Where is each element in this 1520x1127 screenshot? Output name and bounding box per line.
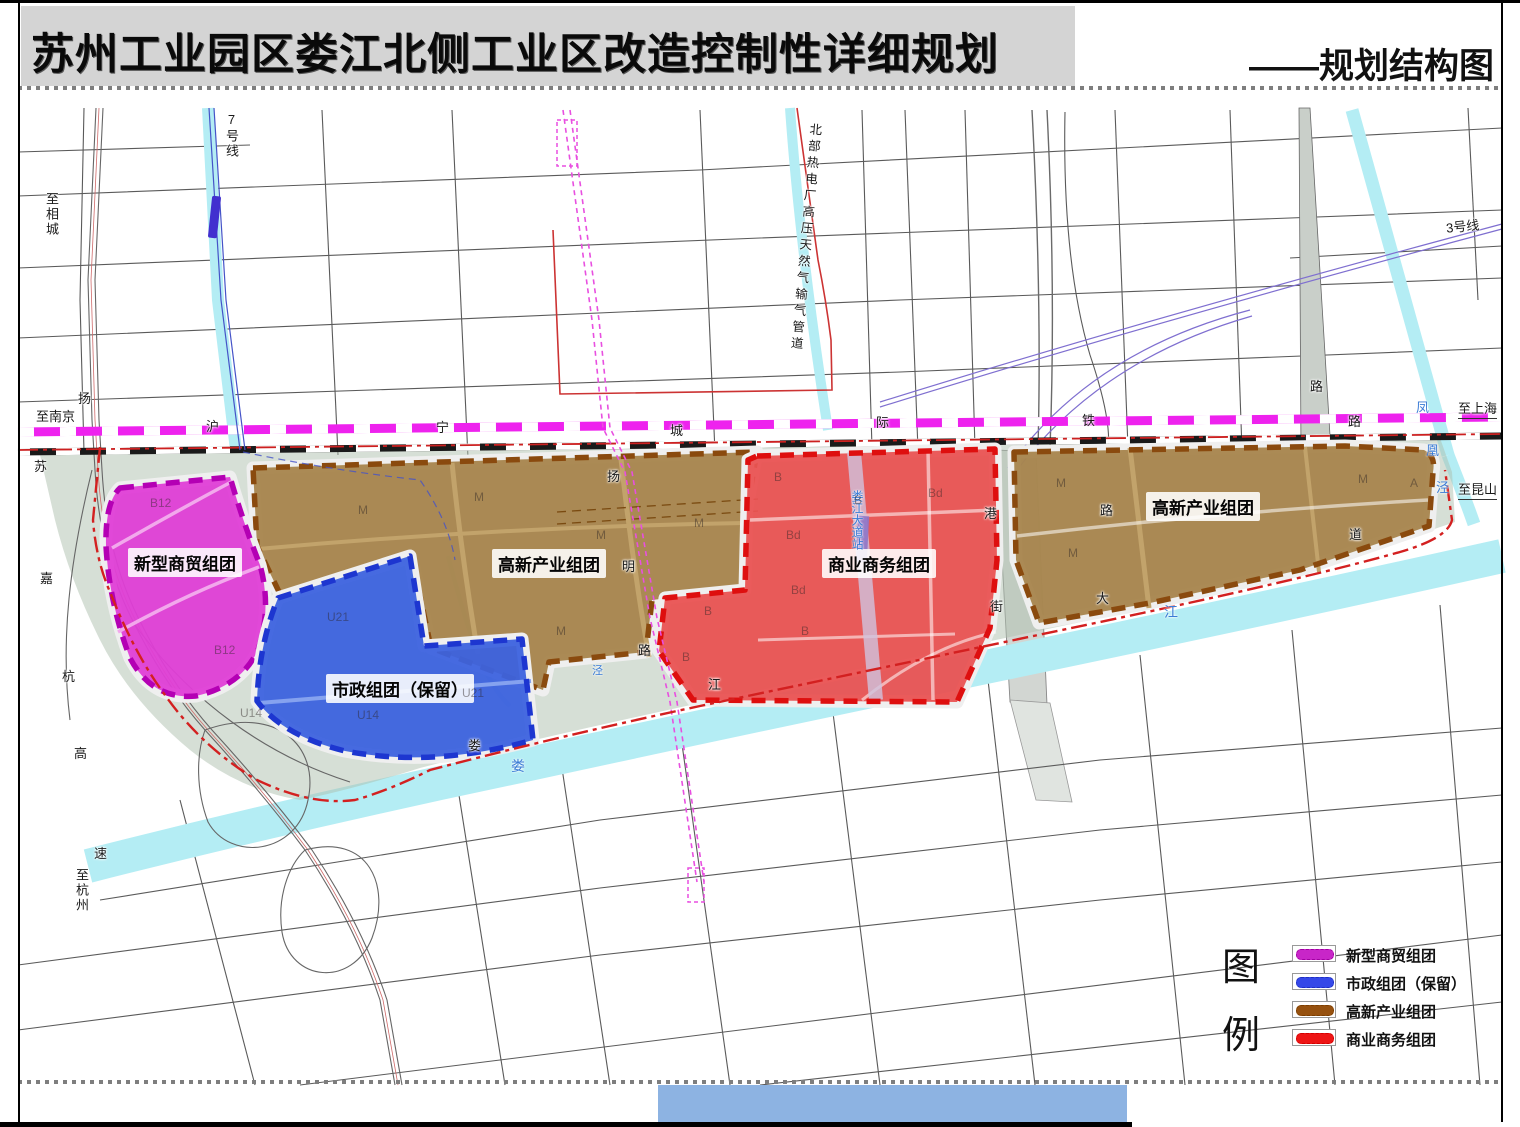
legend-title-char: 图 — [1222, 936, 1260, 991]
header-divider — [18, 86, 1502, 90]
planning-map-page: 新型商贸组团 市政组团（保留） 高新产业组团 商业商务组团 高新产业组团 至南京… — [0, 0, 1520, 1127]
legend-title-char: 例 — [1222, 1004, 1260, 1059]
frame-border — [0, 1122, 1132, 1127]
legend-item-label: 商业商务组团 — [1346, 1029, 1436, 1050]
title-bar: 苏州工业园区娄江北侧工业区改造控制性详细规划 — [21, 6, 1075, 86]
legend-item-label: 新型商贸组团 — [1346, 945, 1436, 966]
metro-station-box — [557, 120, 577, 166]
legend-item-label: 市政组团（保留） — [1346, 973, 1466, 994]
footer-divider — [18, 1080, 1502, 1084]
legend-swatch — [1292, 945, 1336, 962]
footer-accent-bar — [658, 1085, 1127, 1122]
frame-border — [18, 0, 20, 1122]
frame-border — [0, 0, 1520, 3]
page-title: 苏州工业园区娄江北侧工业区改造控制性详细规划 — [31, 20, 999, 82]
legend-item-label: 高新产业组团 — [1346, 1001, 1436, 1022]
legend-swatch — [1292, 1029, 1336, 1046]
legend: 图 例 新型商贸组团 市政组团（保留） 高新产业组团 商业商务组团 — [1215, 932, 1495, 1062]
legend-swatch — [1292, 973, 1336, 990]
zone-commerce — [106, 477, 266, 696]
legend-swatch — [1292, 1001, 1336, 1018]
map-type-title: ——规划结构图 — [1150, 38, 1494, 89]
frame-border — [1501, 0, 1503, 1122]
